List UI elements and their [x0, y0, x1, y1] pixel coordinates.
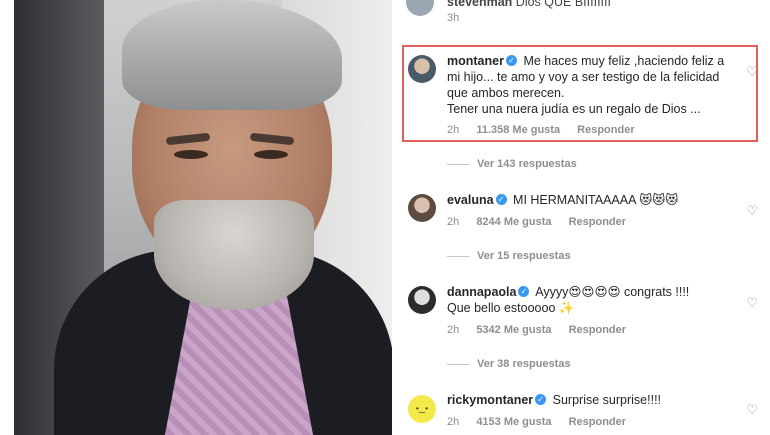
- comment-username[interactable]: dannapaola: [447, 285, 516, 299]
- comment-meta: 2h 5342 Me gusta Responder: [447, 324, 640, 336]
- comment-text: stevenman Dios QUE BIIIIIIII: [447, 0, 738, 10]
- comment-meta: 2h 8244 Me gusta Responder: [447, 216, 640, 228]
- divider: [447, 363, 469, 365]
- view-replies-button[interactable]: Ver 38 respuestas: [447, 358, 571, 370]
- comment-text: evaluna ✓ MI HERMANITAAAAA 😻😻😻: [447, 193, 679, 207]
- like-count[interactable]: 4153 Me gusta: [476, 416, 551, 428]
- avatar[interactable]: [408, 286, 436, 314]
- divider: [447, 163, 469, 165]
- heart-outline-icon[interactable]: ♡: [746, 402, 758, 418]
- comment-meta: 3h: [447, 12, 473, 24]
- avatar[interactable]: [406, 0, 434, 16]
- photo-eye-right: [254, 150, 288, 159]
- comment-text: rickymontaner ✓ Surprise surprise!!!!: [447, 393, 662, 407]
- comment-meta: 2h 4153 Me gusta Responder: [447, 416, 640, 428]
- profile-photo: [14, 0, 392, 435]
- reply-button[interactable]: Responder: [569, 416, 626, 428]
- verified-badge-icon: ✓: [535, 394, 547, 406]
- comment-time[interactable]: 2h: [447, 324, 459, 336]
- photo-eye-left: [174, 150, 208, 159]
- verified-badge-icon: ✓: [495, 194, 507, 206]
- verified-badge-icon: ✓: [518, 286, 530, 298]
- heart-outline-icon[interactable]: ♡: [746, 203, 758, 219]
- divider: [447, 255, 469, 257]
- heart-outline-icon[interactable]: ♡: [746, 295, 758, 311]
- reply-button[interactable]: Responder: [569, 216, 626, 228]
- avatar[interactable]: •‿•: [408, 395, 436, 423]
- photo-beard: [154, 200, 314, 310]
- comment-username[interactable]: evaluna: [447, 193, 494, 207]
- view-replies-button[interactable]: Ver 143 respuestas: [447, 158, 577, 170]
- comment-time[interactable]: 3h: [447, 12, 459, 24]
- comment-username[interactable]: rickymontaner: [447, 393, 533, 407]
- comment-username[interactable]: stevenman: [447, 0, 512, 9]
- view-replies-button[interactable]: Ver 15 respuestas: [447, 250, 571, 262]
- comment-time[interactable]: 2h: [447, 416, 459, 428]
- comment-text: dannapaola ✓ Ayyyy😍😍😍😍 congrats !!!! Que …: [447, 285, 690, 315]
- comment-time[interactable]: 2h: [447, 216, 459, 228]
- like-count[interactable]: 5342 Me gusta: [476, 324, 551, 336]
- like-count[interactable]: 8244 Me gusta: [476, 216, 551, 228]
- highlight-box: [402, 45, 758, 142]
- avatar[interactable]: [408, 194, 436, 222]
- reply-button[interactable]: Responder: [569, 324, 626, 336]
